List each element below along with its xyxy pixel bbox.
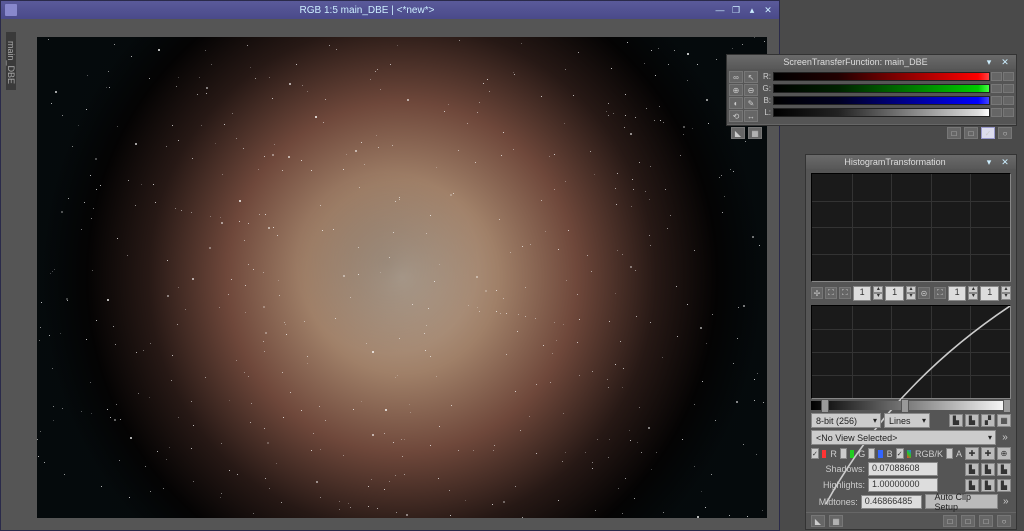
image-window-titlebar[interactable]: RGB 1:5 main_DBE | <*new*> — ❐ ▴ ✕	[1, 1, 779, 19]
bit-depth-dropdown[interactable]: 8-bit (256)	[811, 413, 881, 428]
link-icon[interactable]: ∞	[729, 71, 743, 83]
gradient-slider[interactable]	[811, 401, 1011, 410]
stf-b-gear-icon[interactable]	[1003, 96, 1014, 105]
hist-triangle-icon[interactable]: ◣	[811, 515, 825, 527]
stf-g-gear-icon[interactable]	[1003, 84, 1014, 93]
hist-shade-button[interactable]: ▾	[982, 155, 996, 169]
zoom-out-icon[interactable]: ⊖	[744, 84, 758, 96]
histogram-panel: HistogramTransformation ▾ ✕ ✢ ⛶ ⛶ 1 ▴▾ 1…	[805, 154, 1017, 530]
stf-r-label: R:	[759, 72, 773, 81]
stf-b-button[interactable]	[991, 96, 1002, 105]
stf-l-gear-icon[interactable]	[1003, 108, 1014, 117]
stf-close-button[interactable]: ✕	[998, 55, 1012, 69]
window-icon	[5, 4, 17, 16]
histogram-zoom-row: ✢ ⛶ ⛶ 1 ▴▾ 1 ▴▾ ⊝ ⛶ 1 ▴▾ 1 ▴▾	[806, 284, 1016, 303]
stf-track-checkbox[interactable]: ✓	[981, 127, 995, 139]
stf-b-label: B:	[759, 96, 773, 105]
image-viewport[interactable]	[37, 37, 767, 518]
curve-zoom-y-input[interactable]: 1	[980, 286, 999, 301]
stf-g-label: G:	[759, 84, 773, 93]
hist-zoom-x-input[interactable]: 1	[853, 286, 872, 301]
stf-tool-column-2: ↖ ⊖ ✎ ↔	[744, 71, 758, 122]
nebula-image	[37, 37, 767, 518]
stf-r-button[interactable]	[991, 72, 1002, 81]
hist-zoom-y-input[interactable]: 1	[885, 286, 904, 301]
shade-button[interactable]: ▴	[745, 3, 759, 17]
minimize-button[interactable]: —	[713, 3, 727, 17]
reset-icon[interactable]: ⟲	[729, 110, 743, 122]
auto-stf-icon[interactable]: ◐	[729, 97, 743, 109]
move-icon[interactable]: ↔	[744, 110, 758, 122]
maximize-button[interactable]: ❐	[729, 3, 743, 17]
stf-panel: ScreenTransferFunction: main_DBE ▾ ✕ ∞ ⊕…	[726, 54, 1017, 126]
curve-zoom-x-down[interactable]: ▾	[968, 293, 978, 300]
zoom-in-icon[interactable]: ⊕	[729, 84, 743, 96]
zoom-fit-hist-icon[interactable]: ⛶	[825, 287, 837, 299]
stf-panel-titlebar[interactable]: ScreenTransferFunction: main_DBE ▾ ✕	[727, 55, 1016, 69]
histogram-display[interactable]	[811, 173, 1011, 282]
curve-zoom-x-input[interactable]: 1	[948, 286, 967, 301]
curve-zoom-y-up[interactable]: ▴	[1001, 286, 1011, 293]
stf-l-button[interactable]	[991, 108, 1002, 117]
hist-zoom-x-up[interactable]: ▴	[873, 286, 883, 293]
highlights-handle[interactable]	[1003, 399, 1011, 413]
stf-r-slider[interactable]	[773, 72, 990, 81]
edit-icon[interactable]: ✎	[744, 97, 758, 109]
star-field	[37, 37, 767, 518]
stf-panel-title: ScreenTransferFunction: main_DBE	[731, 57, 980, 67]
curve-zoom-icon[interactable]: ⛶	[934, 287, 946, 299]
zoom-reset-hist-icon[interactable]: ⊝	[918, 287, 930, 299]
stf-tool-column-1: ∞ ⊕ ◐ ⟲	[729, 71, 743, 122]
image-window: RGB 1:5 main_DBE | <*new*> — ❐ ▴ ✕ main_…	[0, 0, 780, 531]
histogram-panel-title: HistogramTransformation	[810, 157, 980, 167]
curve-zoom-x-up[interactable]: ▴	[968, 286, 978, 293]
stf-shade-button[interactable]: ▾	[982, 55, 996, 69]
transfer-curve-display[interactable]	[811, 305, 1011, 399]
hist-reset-icon[interactable]: ○	[997, 515, 1011, 527]
hist-new-instance-icon[interactable]: □	[943, 515, 957, 527]
view-dropdown[interactable]: <No View Selected>	[811, 430, 996, 445]
view-selector-row: <No View Selected> »	[806, 429, 1016, 446]
stf-r-gear-icon[interactable]	[1003, 72, 1014, 81]
histogram-panel-titlebar[interactable]: HistogramTransformation ▾ ✕	[806, 155, 1016, 169]
stf-new-instance-icon[interactable]: □	[947, 127, 961, 139]
stf-triangle-icon[interactable]: ◣	[731, 127, 745, 139]
image-window-title: RGB 1:5 main_DBE | <*new*>	[23, 5, 711, 16]
hist-close-button[interactable]: ✕	[998, 155, 1012, 169]
stf-g-button[interactable]	[991, 84, 1002, 93]
hist-track-checkbox[interactable]: □	[979, 515, 993, 527]
stf-bottom-toolbar: ◣ ▦ □ □ ✓ ○	[727, 124, 1016, 141]
stf-reset-all-icon[interactable]: ○	[998, 127, 1012, 139]
plot-mode-dropdown[interactable]: Lines	[884, 413, 930, 428]
stf-apply-icon[interactable]: □	[964, 127, 978, 139]
curve-zoom-y-down[interactable]: ▾	[1001, 293, 1011, 300]
close-button[interactable]: ✕	[761, 3, 775, 17]
hist-doc-icon[interactable]: ▦	[829, 515, 843, 527]
stf-b-slider[interactable]	[773, 96, 990, 105]
stf-sliders: R: G: B: L:	[759, 71, 1014, 122]
shadows-handle[interactable]	[821, 399, 829, 413]
zoom-in-hist-icon[interactable]: ✢	[811, 287, 823, 299]
stf-l-slider[interactable]	[773, 108, 990, 117]
zoom-out-hist-icon[interactable]: ⛶	[839, 287, 851, 299]
pointer-icon[interactable]: ↖	[744, 71, 758, 83]
hist-zoom-y-down[interactable]: ▾	[906, 293, 916, 300]
hist-zoom-y-up[interactable]: ▴	[906, 286, 916, 293]
hist-bottom-toolbar: ◣ ▦ □ □ □ ○	[806, 512, 1016, 529]
midtones-handle[interactable]	[901, 399, 909, 413]
stf-l-label: L:	[759, 108, 773, 117]
hist-apply-icon[interactable]: □	[961, 515, 975, 527]
hist-zoom-x-down[interactable]: ▾	[873, 293, 883, 300]
view-tab[interactable]: main_DBE	[5, 31, 17, 91]
stf-doc-icon[interactable]: ▦	[748, 127, 762, 139]
stf-g-slider[interactable]	[773, 84, 990, 93]
